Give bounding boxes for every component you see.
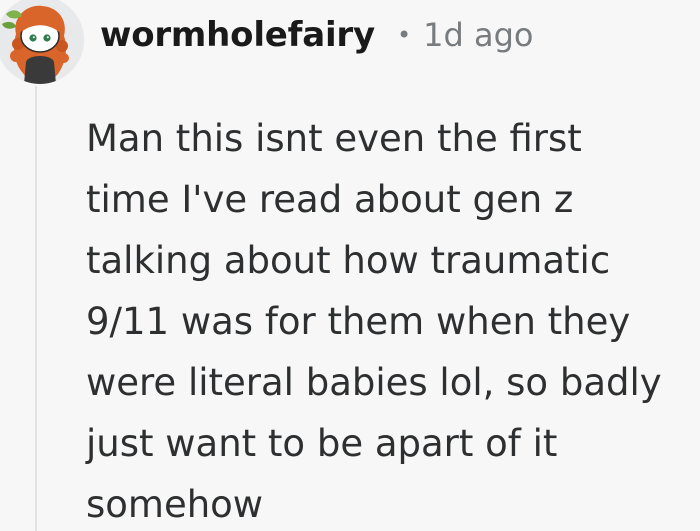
avatar[interactable] [0, 0, 84, 84]
comment-body-line: 9/11 was for them when they [86, 300, 631, 343]
snoo-avatar-icon [0, 0, 84, 84]
comment-body-line: Man this isnt even the first [86, 117, 582, 160]
comment-body-line: just want to be apart of it [86, 422, 558, 465]
comment-body-line: talking about how traumatic [86, 239, 611, 282]
thread-line[interactable] [35, 86, 37, 531]
comment-timestamp[interactable]: 1d ago [423, 16, 533, 54]
author-username[interactable]: wormholefairy [100, 15, 375, 55]
comment-body: Man this isnt even the first time I've r… [86, 108, 686, 531]
comment-body-line: time I've read about gen z [86, 178, 574, 221]
comment-body-line: somehow [86, 483, 264, 526]
comment-body-line: were literal babies lol, so badly [86, 361, 662, 404]
meta-separator: • [396, 21, 412, 49]
comment-header: wormholefairy • 1d ago [100, 10, 533, 60]
